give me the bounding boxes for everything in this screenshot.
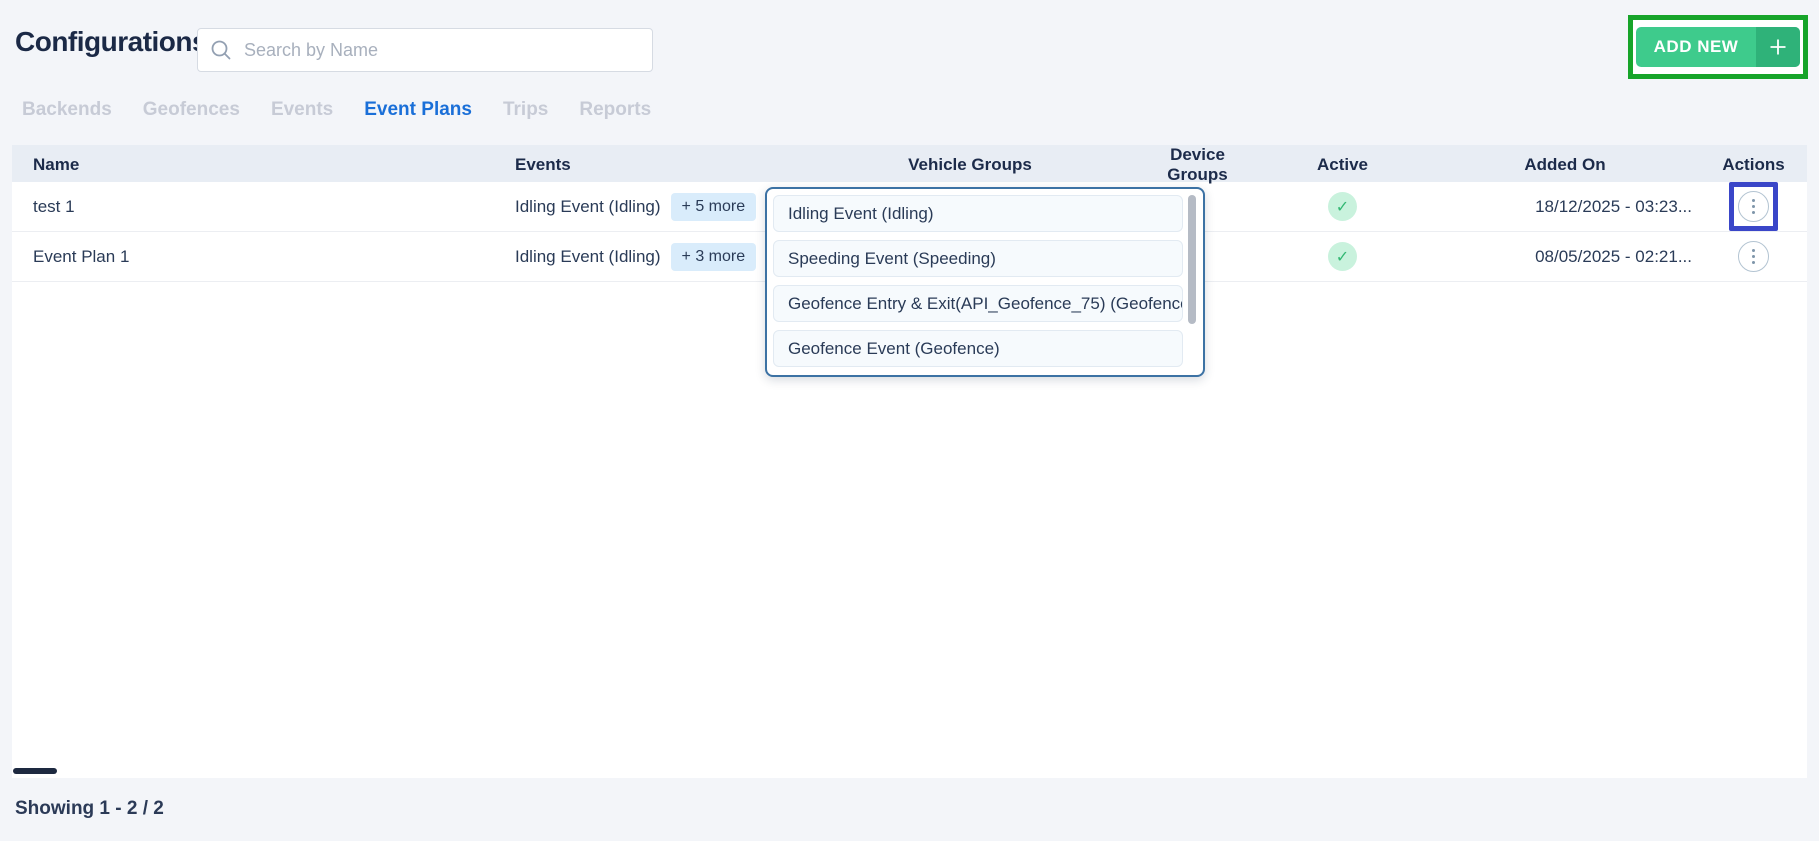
search-input[interactable] xyxy=(244,40,640,61)
kebab-menu-icon[interactable] xyxy=(1738,191,1769,222)
config-tabs: Backends Geofences Events Event Plans Tr… xyxy=(22,99,651,121)
column-header-vehicle-groups: Vehicle Groups xyxy=(800,155,1140,175)
column-header-added-on: Added On xyxy=(1430,155,1700,175)
table-header-row: Name Events Vehicle Groups Device Groups… xyxy=(12,145,1807,182)
popup-event-item[interactable]: Idling Event (Idling) xyxy=(773,195,1183,232)
add-new-label: ADD NEW xyxy=(1636,27,1756,67)
pagination-status: Showing 1 - 2 / 2 xyxy=(15,798,164,820)
tab-reports[interactable]: Reports xyxy=(579,99,651,121)
column-header-actions: Actions xyxy=(1700,155,1807,175)
column-header-active: Active xyxy=(1255,155,1430,175)
popup-event-item[interactable]: Geofence Event (Geofence) xyxy=(773,330,1183,367)
tab-events[interactable]: Events xyxy=(271,99,333,121)
cell-name: test 1 xyxy=(12,182,500,231)
column-header-name: Name xyxy=(12,155,500,175)
cell-active xyxy=(1255,232,1430,281)
events-popup: Idling Event (Idling) Speeding Event (Sp… xyxy=(765,187,1205,377)
cell-actions xyxy=(1700,232,1807,281)
popup-event-item[interactable]: Speeding Event (Speeding) xyxy=(773,240,1183,277)
column-header-events: Events xyxy=(500,155,800,175)
search-icon xyxy=(210,39,232,61)
event-label: Idling Event (Idling) xyxy=(515,247,661,267)
cell-added-on: 08/05/2025 - 02:21... xyxy=(1430,232,1700,281)
popup-event-item[interactable]: Geofence Entry & Exit(API_Geofence_75) (… xyxy=(773,285,1183,322)
active-check-icon xyxy=(1328,192,1357,221)
cell-events: Idling Event (Idling) + 5 more xyxy=(500,182,800,231)
more-events-badge[interactable]: + 5 more xyxy=(671,193,757,221)
plus-icon xyxy=(1756,27,1800,67)
tab-trips[interactable]: Trips xyxy=(503,99,548,121)
cell-active xyxy=(1255,182,1430,231)
actions-highlight-annotation xyxy=(1729,182,1778,231)
tab-backends[interactable]: Backends xyxy=(22,99,112,121)
add-new-button[interactable]: ADD NEW xyxy=(1636,27,1800,67)
cell-added-on: 18/12/2025 - 03:23... xyxy=(1430,182,1700,231)
tab-event-plans[interactable]: Event Plans xyxy=(364,99,472,121)
cell-events: Idling Event (Idling) + 3 more xyxy=(500,232,800,281)
tab-geofences[interactable]: Geofences xyxy=(143,99,240,121)
column-header-device-groups: Device Groups xyxy=(1140,145,1255,185)
active-check-icon xyxy=(1328,242,1357,271)
cell-actions xyxy=(1700,182,1807,231)
configurations-page: Configurations ADD NEW Backends Geofence… xyxy=(0,0,1819,841)
popup-scrollbar-thumb[interactable] xyxy=(1188,195,1196,324)
search-box xyxy=(197,28,653,72)
more-events-badge[interactable]: + 3 more xyxy=(671,243,757,271)
horizontal-scrollbar-thumb[interactable] xyxy=(13,768,57,774)
page-title: Configurations xyxy=(15,26,207,58)
event-label: Idling Event (Idling) xyxy=(515,197,661,217)
cell-name: Event Plan 1 xyxy=(12,232,500,281)
kebab-menu-icon[interactable] xyxy=(1738,241,1769,272)
add-new-highlight-annotation: ADD NEW xyxy=(1628,15,1808,79)
